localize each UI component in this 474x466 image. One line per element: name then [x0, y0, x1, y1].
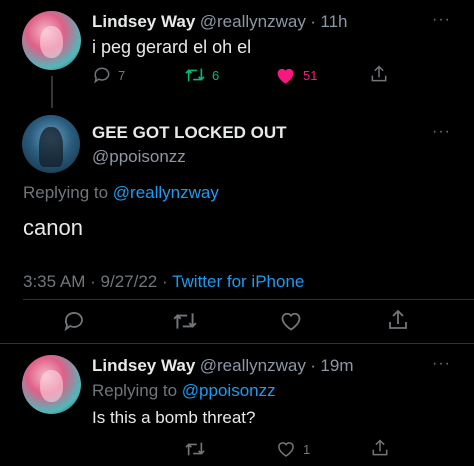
- replying-label: Replying to: [23, 183, 109, 202]
- user-handle[interactable]: @ppoisonzz: [92, 147, 186, 167]
- retweet-icon[interactable]: [172, 309, 198, 333]
- display-name[interactable]: Lindsey Way: [92, 12, 195, 31]
- dot-separator: ·: [310, 356, 316, 375]
- divider: [23, 299, 474, 300]
- like-count: 51: [303, 68, 318, 83]
- display-name[interactable]: Lindsey Way: [92, 356, 195, 375]
- like-count: 1: [303, 442, 311, 457]
- tweet-meta: 3:35 AM · 9/27/22 · Twitter for iPhone: [23, 272, 304, 292]
- replying-to: Replying to @reallynzway: [23, 183, 219, 203]
- retweet-icon[interactable]: [184, 439, 206, 459]
- timestamp[interactable]: 19m: [320, 356, 353, 375]
- tweet-date[interactable]: 9/27/22: [101, 272, 158, 291]
- replying-handle[interactable]: @reallynzway: [113, 183, 219, 202]
- heart-icon[interactable]: [279, 309, 303, 332]
- avatar-gee[interactable]: [22, 115, 80, 173]
- tweet-text: Is this a bomb threat?: [92, 408, 256, 427]
- heart-icon[interactable]: [276, 439, 296, 458]
- tweet-header: Lindsey Way @reallynzway · 19m: [92, 356, 353, 376]
- replying-handle[interactable]: @ppoisonzz: [182, 381, 276, 400]
- replying-label: Replying to: [92, 381, 178, 400]
- meta-separator: ·: [161, 272, 168, 291]
- display-name[interactable]: GEE GOT LOCKED OUT: [92, 123, 287, 143]
- tweet-header: Lindsey Way @reallynzway · 11h: [92, 12, 348, 32]
- timestamp[interactable]: 11h: [320, 12, 347, 31]
- tweet-text: canon: [23, 215, 83, 240]
- user-handle[interactable]: @reallynzway: [200, 12, 306, 31]
- tweet-source[interactable]: Twitter for iPhone: [172, 272, 304, 291]
- avatar-lindsey[interactable]: [22, 11, 81, 70]
- dot-separator: ·: [310, 12, 316, 31]
- divider: [0, 343, 474, 344]
- more-icon[interactable]: ···: [432, 11, 451, 29]
- reply-icon[interactable]: [92, 65, 112, 85]
- retweet-count: 6: [212, 68, 220, 83]
- heart-icon[interactable]: [275, 65, 296, 85]
- avatar-lindsey[interactable]: [22, 355, 81, 414]
- tweet-time[interactable]: 3:35 AM: [23, 272, 85, 291]
- more-icon[interactable]: ···: [432, 355, 451, 373]
- tweet-text: i peg gerard el oh el: [92, 37, 252, 57]
- reply-count: 7: [118, 68, 126, 83]
- meta-separator: ·: [90, 272, 96, 291]
- thread-line: [51, 76, 53, 108]
- share-icon[interactable]: [386, 308, 410, 332]
- replying-to: Replying to @ppoisonzz: [92, 381, 276, 401]
- share-icon[interactable]: [369, 64, 389, 84]
- user-handle[interactable]: @reallynzway: [200, 356, 306, 375]
- share-icon[interactable]: [370, 438, 390, 458]
- retweet-icon[interactable]: [184, 65, 206, 85]
- reply-icon[interactable]: [62, 309, 86, 333]
- more-icon[interactable]: ···: [432, 123, 451, 141]
